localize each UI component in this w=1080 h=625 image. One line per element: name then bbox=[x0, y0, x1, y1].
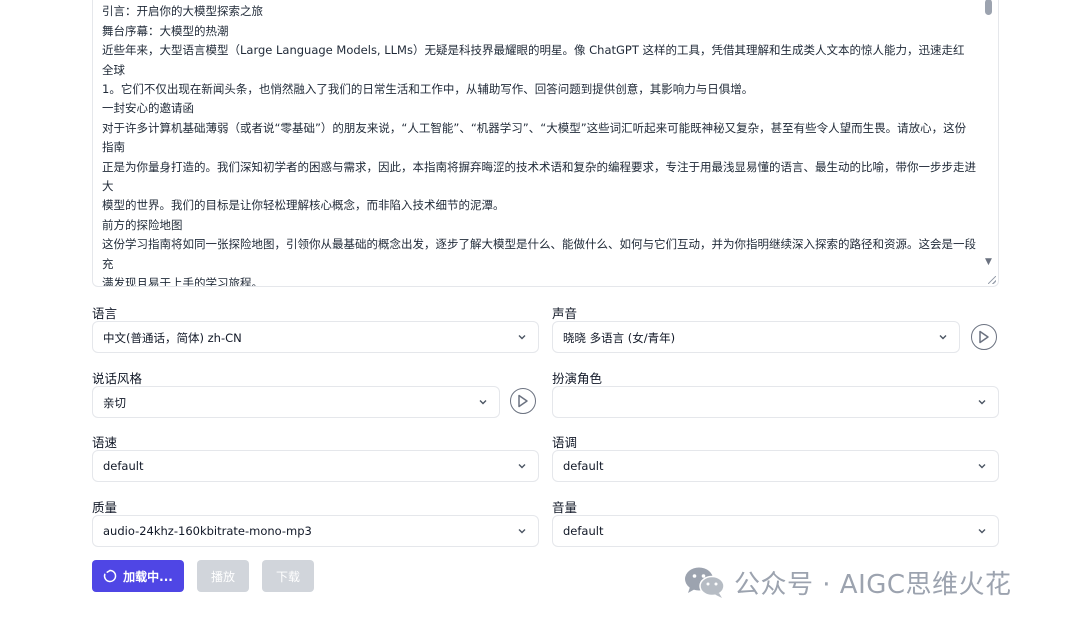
quality-value: audio-24khz-160kbitrate-mono-mp3 bbox=[103, 524, 312, 538]
download-button[interactable]: 下载 bbox=[262, 560, 314, 592]
pitch-value: default bbox=[563, 459, 604, 473]
pitch-select[interactable]: default bbox=[552, 450, 999, 482]
volume-select[interactable]: default bbox=[552, 515, 999, 547]
play-button-label: 播放 bbox=[210, 569, 235, 584]
pitch-label: 语调 bbox=[552, 435, 578, 450]
text-line: 一封安心的邀请函 bbox=[102, 101, 194, 116]
loading-button-label: 加载中... bbox=[123, 569, 173, 584]
text-line: 对于许多计算机基础薄弱（或者说“零基础”）的朋友来说，“人工智能”、“机器学习”… bbox=[102, 120, 967, 155]
language-label: 语言 bbox=[92, 306, 118, 321]
watermark-text: 公众号 · AIGC思维火花 bbox=[734, 569, 1012, 600]
play-button[interactable]: 播放 bbox=[197, 560, 249, 592]
chevron-down-icon bbox=[518, 335, 526, 340]
style-preview-play-button[interactable] bbox=[510, 388, 536, 414]
quality-select[interactable]: audio-24khz-160kbitrate-mono-mp3 bbox=[92, 515, 539, 547]
text-line: 引言：开启你的大模型探索之旅 bbox=[102, 4, 263, 19]
chevron-down-icon bbox=[978, 464, 986, 469]
chevron-down-icon bbox=[978, 529, 986, 534]
text-line: 前方的探险地图 bbox=[102, 217, 183, 232]
volume-label: 音量 bbox=[552, 500, 578, 515]
text-line: 模型的世界。我们的目标是让你轻松理解核心概念，而非陷入技术细节的泥潭。 bbox=[102, 198, 505, 213]
text-content: 零基础入门：通往大模型世界的高效学习路径引言：开启你的大模型探索之旅舞台序幕：大… bbox=[102, 0, 976, 287]
chevron-down-icon bbox=[479, 400, 487, 405]
text-line: 舞台序幕：大模型的热潮 bbox=[102, 23, 229, 38]
style-value: 亲切 bbox=[103, 396, 126, 410]
chevron-down-icon bbox=[518, 464, 526, 469]
rate-value: default bbox=[103, 459, 144, 473]
text-line: 近些年来，大型语言模型（Large Language Models, LLMs）… bbox=[102, 43, 965, 77]
role-select[interactable] bbox=[552, 386, 999, 418]
style-select[interactable]: 亲切 bbox=[92, 386, 500, 418]
watermark: 公众号 · AIGC思维火花 bbox=[684, 562, 1012, 602]
chevron-down-icon bbox=[518, 529, 526, 534]
scroll-down-arrow-icon[interactable]: ▼ bbox=[985, 258, 992, 267]
download-button-label: 下载 bbox=[275, 569, 300, 584]
voice-value: 晓晓 多语言 (女/青年) bbox=[563, 331, 676, 345]
text-line: 1。它们不仅出现在新闻头条，也悄然融入了我们的日常生活和工作中，从辅助写作、回答… bbox=[102, 82, 754, 97]
language-select[interactable]: 中文(普通话，简体) zh-CN bbox=[92, 321, 539, 353]
chevron-down-icon bbox=[939, 335, 947, 340]
volume-value: default bbox=[563, 524, 604, 538]
text-line: 这份学习指南将如同一张探险地图，引领你从最基础的概念出发，逐步了解大模型是什么、… bbox=[102, 237, 976, 271]
quality-label: 质量 bbox=[92, 500, 118, 515]
text-line: 正是为你量身打造的。我们深知初学者的困惑与需求，因此，本指南将摒弃晦涩的技术术语… bbox=[102, 159, 976, 194]
text-line: 满发现且易于上手的学习旅程。 bbox=[102, 276, 263, 287]
play-icon bbox=[979, 330, 989, 344]
loading-button[interactable]: 加载中... bbox=[92, 560, 184, 592]
voice-preview-play-button[interactable] bbox=[971, 324, 997, 350]
text-input-area[interactable]: 零基础入门：通往大模型世界的高效学习路径引言：开启你的大模型探索之旅舞台序幕：大… bbox=[92, 0, 999, 287]
wechat-logo-icon bbox=[685, 567, 725, 598]
voice-label: 声音 bbox=[552, 306, 578, 321]
language-value: 中文(普通话，简体) zh-CN bbox=[103, 331, 242, 345]
vertical-scrollbar[interactable]: ▼ bbox=[981, 0, 997, 286]
role-label: 扮演角色 bbox=[552, 371, 603, 386]
play-icon bbox=[518, 394, 528, 408]
scroll-thumb[interactable] bbox=[985, 0, 992, 15]
resize-handle-icon[interactable] bbox=[988, 276, 996, 284]
chevron-down-icon bbox=[978, 400, 986, 405]
rate-label: 语速 bbox=[92, 435, 118, 450]
style-label: 说话风格 bbox=[92, 371, 143, 386]
spinner-icon bbox=[103, 569, 117, 583]
voice-select[interactable]: 晓晓 多语言 (女/青年) bbox=[552, 321, 960, 353]
rate-select[interactable]: default bbox=[92, 450, 539, 482]
